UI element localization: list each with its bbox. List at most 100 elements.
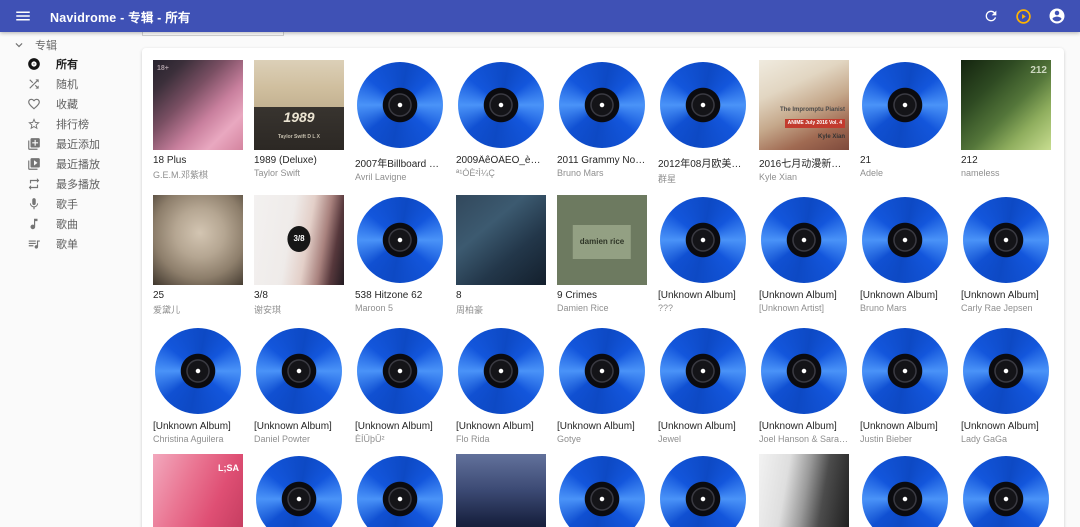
album-artist[interactable]: Lady GaGa: [961, 434, 1051, 444]
sidebar-item-queue-music[interactable]: 歌单: [0, 234, 132, 254]
album-artist[interactable]: G.E.M.邓紫棋: [153, 168, 243, 181]
album-artist[interactable]: Damien Rice: [557, 303, 647, 313]
album-cover-placeholder[interactable]: [557, 60, 647, 150]
sidebar-item-shuffle[interactable]: 随机: [0, 74, 132, 94]
album-cover-placeholder[interactable]: [355, 60, 445, 150]
album-cover-art[interactable]: 1989 Taylor Swift D L X: [254, 60, 344, 150]
album-tile[interactable]: [658, 454, 748, 527]
album-artist[interactable]: Flo Rida: [456, 434, 546, 444]
album-artist[interactable]: 周柏豪: [456, 303, 546, 316]
album-tile[interactable]: [355, 454, 445, 527]
album-tile[interactable]: [Unknown Album] [Unknown Artist]: [759, 195, 849, 316]
album-tile[interactable]: 21 Adele: [860, 60, 950, 185]
album-tile[interactable]: 2011 Grammy Nominees Bruno Mars: [557, 60, 647, 185]
album-cover-placeholder[interactable]: [759, 326, 849, 416]
album-cover-art[interactable]: L;SA: [153, 454, 243, 527]
menu-button[interactable]: [14, 7, 32, 25]
sidebar-item-repeat[interactable]: 最多播放: [0, 174, 132, 194]
album-tile[interactable]: 3/8 3/8 谢安琪: [254, 195, 344, 316]
album-artist[interactable]: Kyle Xian: [759, 172, 849, 182]
album-cover-art[interactable]: 3/8: [254, 195, 344, 285]
album-tile[interactable]: The Impromptu Pianist ANIME July 2016 Vol…: [759, 60, 849, 185]
album-artist[interactable]: Bruno Mars: [557, 168, 647, 178]
album-cover-placeholder[interactable]: [557, 326, 647, 416]
album-tile[interactable]: [456, 454, 546, 527]
album-artist[interactable]: ÈÍÛþÛ²: [355, 434, 445, 444]
album-cover-placeholder[interactable]: [961, 454, 1051, 527]
album-cover-placeholder[interactable]: [860, 60, 950, 150]
album-tile[interactable]: [Unknown Album] Joel Hanson & Sara Groves: [759, 326, 849, 444]
album-artist[interactable]: Avril Lavigne: [355, 172, 445, 182]
album-cover-placeholder[interactable]: [355, 195, 445, 285]
album-cover-placeholder[interactable]: [355, 454, 445, 527]
album-cover-placeholder[interactable]: [456, 60, 546, 150]
album-tile[interactable]: [Unknown Album] Justin Bieber: [860, 326, 950, 444]
album-tile[interactable]: L;SA: [153, 454, 243, 527]
album-tile[interactable]: 8 周柏豪: [456, 195, 546, 316]
album-tile[interactable]: [Unknown Album] Lady GaGa: [961, 326, 1051, 444]
album-cover-art[interactable]: 18+: [153, 60, 243, 150]
album-tile[interactable]: [759, 454, 849, 527]
album-tile[interactable]: 2012年08月欧美新歌... 群星: [658, 60, 748, 185]
album-cover-art[interactable]: [456, 195, 546, 285]
album-artist[interactable]: ª¹ÒÈ²Ì¼Ç: [456, 168, 546, 178]
sidebar-item-video-library[interactable]: 最近播放: [0, 154, 132, 174]
album-artist[interactable]: Carly Rae Jepsen: [961, 303, 1051, 313]
album-cover-placeholder[interactable]: [658, 195, 748, 285]
album-tile[interactable]: [254, 454, 344, 527]
album-cover-placeholder[interactable]: [860, 195, 950, 285]
album-cover-placeholder[interactable]: [658, 326, 748, 416]
album-cover-art[interactable]: [456, 454, 546, 527]
album-artist[interactable]: Maroon 5: [355, 303, 445, 313]
album-cover-art[interactable]: The Impromptu Pianist ANIME July 2016 Vol…: [759, 60, 849, 150]
album-cover-placeholder[interactable]: [557, 454, 647, 527]
album-artist[interactable]: 谢安琪: [254, 303, 344, 316]
album-cover-placeholder[interactable]: [658, 60, 748, 150]
account-button[interactable]: [1048, 7, 1066, 25]
album-cover-placeholder[interactable]: [860, 326, 950, 416]
album-artist[interactable]: Bruno Mars: [860, 303, 950, 313]
album-tile[interactable]: 212 212 nameless: [961, 60, 1051, 185]
album-tile[interactable]: [Unknown Album] Christina Aguilera: [153, 326, 243, 444]
album-cover-art[interactable]: [153, 195, 243, 285]
album-artist[interactable]: nameless: [961, 168, 1051, 178]
album-cover-art[interactable]: damien rice: [557, 195, 647, 285]
album-cover-placeholder[interactable]: [456, 326, 546, 416]
album-cover-placeholder[interactable]: [759, 195, 849, 285]
album-artist[interactable]: 群星: [658, 172, 748, 185]
refresh-button[interactable]: [983, 8, 999, 24]
album-tile[interactable]: [Unknown Album] Jewel: [658, 326, 748, 444]
album-artist[interactable]: Justin Bieber: [860, 434, 950, 444]
album-cover-placeholder[interactable]: [961, 195, 1051, 285]
album-cover-placeholder[interactable]: [153, 326, 243, 416]
album-artist[interactable]: Gotye: [557, 434, 647, 444]
album-tile[interactable]: [860, 454, 950, 527]
album-tile[interactable]: [Unknown Album] Gotye: [557, 326, 647, 444]
album-tile[interactable]: [Unknown Album] Flo Rida: [456, 326, 546, 444]
album-tile[interactable]: 2007年Billboard Hot10... Avril Lavigne: [355, 60, 445, 185]
album-cover-placeholder[interactable]: [860, 454, 950, 527]
album-artist[interactable]: Joel Hanson & Sara Groves: [759, 434, 849, 444]
sidebar-item-library-add[interactable]: 最近添加: [0, 134, 132, 154]
album-tile[interactable]: 2009ÄêÔÂÈÕ_èÈúýÝ 2 ª¹ÒÈ²Ì¼Ç: [456, 60, 546, 185]
sidebar-item-mic[interactable]: 歌手: [0, 194, 132, 214]
album-artist[interactable]: Adele: [860, 168, 950, 178]
album-tile[interactable]: [961, 454, 1051, 527]
album-cover-placeholder[interactable]: [658, 454, 748, 527]
album-tile[interactable]: 1989 Taylor Swift D L X 1989 (Deluxe) Taylo…: [254, 60, 344, 185]
album-cover-placeholder[interactable]: [355, 326, 445, 416]
album-artist[interactable]: Taylor Swift: [254, 168, 344, 178]
album-artist[interactable]: 爱黛儿: [153, 303, 243, 316]
album-tile[interactable]: [Unknown Album] Daniel Powter: [254, 326, 344, 444]
album-artist[interactable]: Jewel: [658, 434, 748, 444]
album-tile[interactable]: [Unknown Album]???: [658, 195, 748, 316]
album-tile[interactable]: [Unknown Album] ÈÍÛþÛ²: [355, 326, 445, 444]
album-cover-placeholder[interactable]: [254, 454, 344, 527]
sidebar-section-albums[interactable]: 专辑: [0, 36, 132, 54]
album-cover-art[interactable]: 212: [961, 60, 1051, 150]
album-cover-placeholder[interactable]: [254, 326, 344, 416]
sidebar-item-album[interactable]: 所有: [0, 54, 132, 74]
album-tile[interactable]: [557, 454, 647, 527]
album-cover-art[interactable]: [759, 454, 849, 527]
activity-panel-button[interactable]: [1015, 8, 1032, 25]
